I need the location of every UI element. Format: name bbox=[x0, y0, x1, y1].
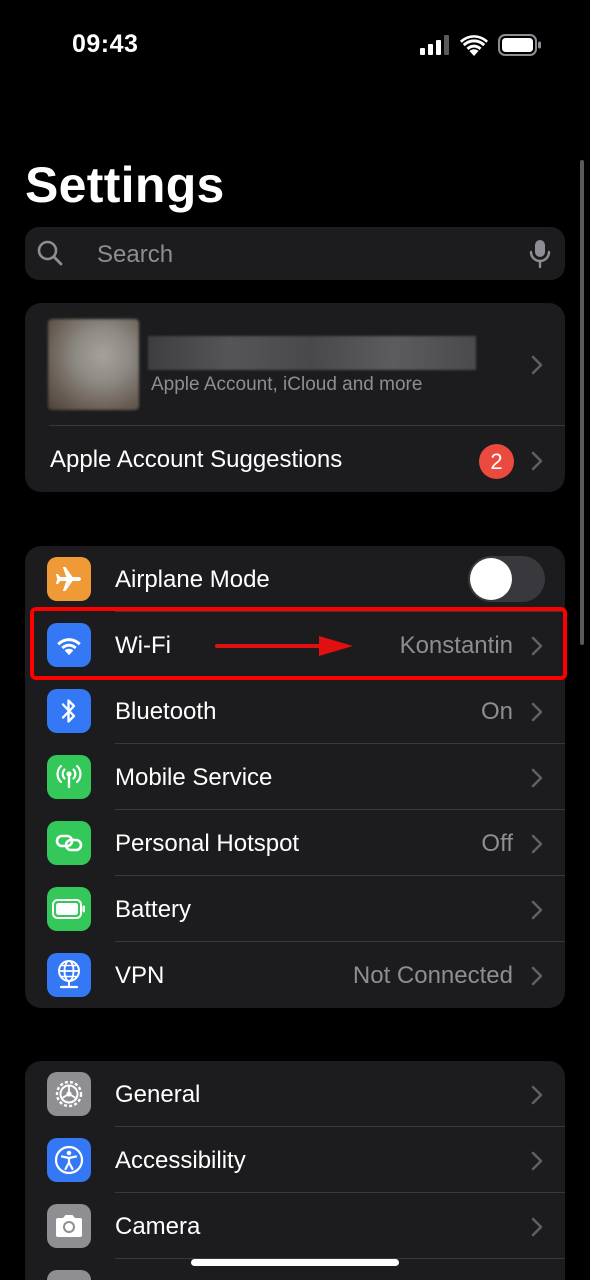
settings-row-mobile-service[interactable]: Mobile Service bbox=[25, 744, 565, 810]
search-icon bbox=[37, 240, 63, 266]
row-label: Airplane Mode bbox=[115, 566, 270, 593]
chevron-right-icon bbox=[531, 1217, 543, 1237]
microphone-icon[interactable] bbox=[529, 239, 551, 269]
battery-icon bbox=[47, 887, 91, 931]
cellular-signal-icon bbox=[420, 35, 449, 55]
row-label: Mobile Service bbox=[115, 764, 273, 791]
account-card: Apple Account, iCloud and more Apple Acc… bbox=[25, 303, 565, 492]
generic-app-icon bbox=[47, 1270, 91, 1280]
globe-icon bbox=[47, 953, 91, 997]
account-subtitle: Apple Account, iCloud and more bbox=[151, 374, 423, 395]
toggle-knob bbox=[470, 558, 512, 600]
settings-row-airplane-mode[interactable]: Airplane Mode bbox=[25, 546, 565, 612]
scrollbar[interactable] bbox=[580, 160, 584, 645]
search-placeholder: Search bbox=[97, 241, 174, 268]
accessibility-icon bbox=[47, 1138, 91, 1182]
account-name-redacted bbox=[148, 336, 476, 370]
row-label: Personal Hotspot bbox=[115, 830, 300, 857]
settings-row-battery[interactable]: Battery bbox=[25, 876, 565, 942]
chevron-right-icon bbox=[531, 900, 543, 920]
notification-badge: 2 bbox=[479, 444, 514, 479]
settings-row-bluetooth[interactable]: Bluetooth On bbox=[25, 678, 565, 744]
gear-icon bbox=[47, 1072, 91, 1116]
chevron-right-icon bbox=[531, 834, 543, 854]
page-title: Settings bbox=[25, 157, 225, 213]
general-group: General Accessibility Camera bbox=[25, 1061, 565, 1280]
account-suggestions-label: Apple Account Suggestions bbox=[50, 446, 343, 473]
settings-row-personal-hotspot[interactable]: Personal Hotspot Off bbox=[25, 810, 565, 876]
airplane-mode-toggle[interactable] bbox=[468, 556, 545, 602]
chevron-right-icon bbox=[531, 966, 543, 986]
status-time: 09:43 bbox=[72, 30, 139, 58]
search-input[interactable]: Search bbox=[25, 227, 565, 280]
hotspot-link-icon bbox=[47, 821, 91, 865]
status-bar: 09:43 bbox=[0, 0, 590, 90]
camera-icon bbox=[47, 1204, 91, 1248]
row-value: Not Connected bbox=[352, 962, 513, 989]
row-label: Bluetooth bbox=[115, 698, 217, 725]
arrow-right-icon bbox=[215, 636, 353, 656]
airplane-icon bbox=[47, 557, 91, 601]
settings-row-accessibility[interactable]: Accessibility bbox=[25, 1127, 565, 1193]
row-label: VPN bbox=[115, 962, 165, 989]
account-row[interactable]: Apple Account, iCloud and more bbox=[25, 303, 565, 425]
row-label: Accessibility bbox=[115, 1147, 246, 1174]
home-indicator[interactable] bbox=[191, 1259, 399, 1266]
wifi-status-icon bbox=[460, 34, 488, 56]
status-icons bbox=[420, 34, 542, 56]
row-value: On bbox=[480, 698, 513, 725]
battery-status-icon bbox=[498, 34, 541, 56]
settings-row-camera[interactable]: Camera bbox=[25, 1193, 565, 1259]
chevron-right-icon bbox=[531, 355, 543, 375]
bluetooth-icon bbox=[47, 689, 91, 733]
chevron-right-icon bbox=[531, 451, 543, 471]
row-label: General bbox=[115, 1081, 201, 1108]
settings-row-vpn[interactable]: VPN Not Connected bbox=[25, 942, 565, 1008]
settings-row-general[interactable]: General bbox=[25, 1061, 565, 1127]
row-label: Battery bbox=[115, 896, 192, 923]
avatar bbox=[48, 319, 139, 410]
row-label: Camera bbox=[115, 1213, 201, 1240]
chevron-right-icon bbox=[531, 1085, 543, 1105]
chevron-right-icon bbox=[531, 702, 543, 722]
row-value: Off bbox=[481, 830, 513, 857]
antenna-icon bbox=[47, 755, 91, 799]
chevron-right-icon bbox=[531, 768, 543, 788]
chevron-right-icon bbox=[531, 1151, 543, 1171]
